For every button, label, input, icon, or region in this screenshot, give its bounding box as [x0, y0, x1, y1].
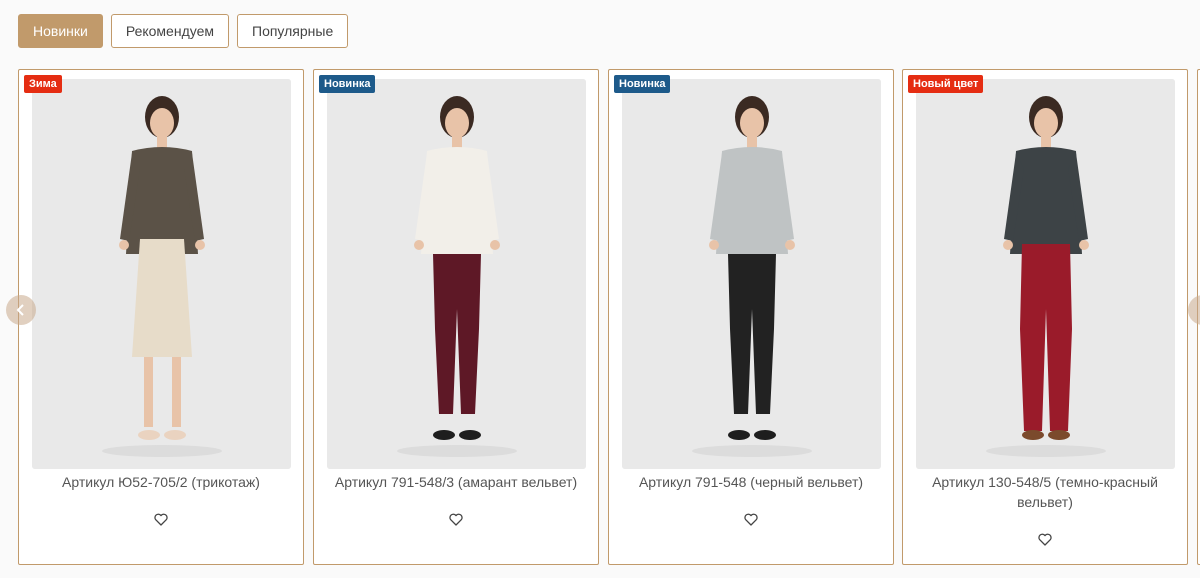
- carousel-prev-button[interactable]: [6, 295, 36, 325]
- chevron-left-icon: [16, 304, 24, 316]
- product-photo[interactable]: [32, 79, 291, 469]
- favorite-heart-icon[interactable]: [154, 513, 168, 526]
- heart-outline-icon: [744, 513, 758, 526]
- product-badge: Зима: [24, 75, 62, 93]
- heart-outline-icon: [449, 513, 463, 526]
- favorite-heart-icon[interactable]: [449, 513, 463, 526]
- product-badge: Новинка: [319, 75, 376, 93]
- product-title[interactable]: Артикул Ю52-705/2 (трикотаж): [29, 472, 293, 492]
- product-photo[interactable]: [622, 79, 881, 469]
- heart-outline-icon: [154, 513, 168, 526]
- product-photo[interactable]: [916, 79, 1175, 469]
- product-title[interactable]: Артикул 130-548/5 (темно-красный вельвет…: [913, 472, 1177, 512]
- tab-bar: Новинки Рекомендуем Популярные: [18, 14, 349, 48]
- product-photo[interactable]: [327, 79, 586, 469]
- tab-new[interactable]: Новинки: [18, 14, 103, 48]
- tab-popular[interactable]: Популярные: [237, 14, 349, 48]
- heart-outline-icon: [1038, 533, 1052, 546]
- product-card[interactable]: Зима Артикул Ю52-705/2 (трикотаж): [18, 69, 304, 565]
- product-carousel: Зима Артикул Ю52-705/2 (трикотаж) Новинк…: [0, 69, 1200, 567]
- product-card[interactable]: Новинка Артикул 791-548 (черный вельвет): [608, 69, 894, 565]
- favorite-heart-icon[interactable]: [1038, 533, 1052, 546]
- product-badge: Новинка: [614, 75, 671, 93]
- product-badge: Новый цвет: [908, 75, 984, 93]
- tab-recommended[interactable]: Рекомендуем: [110, 14, 229, 48]
- favorite-heart-icon[interactable]: [744, 513, 758, 526]
- product-card[interactable]: Новый цвет Артикул 130-548/5 (темно-крас…: [902, 69, 1188, 565]
- product-card[interactable]: Новинка Артикул 791-548/3 (амарант вельв…: [313, 69, 599, 565]
- product-title[interactable]: Артикул 791-548 (черный вельвет): [619, 472, 883, 492]
- product-title[interactable]: Артикул 791-548/3 (амарант вельвет): [324, 472, 588, 492]
